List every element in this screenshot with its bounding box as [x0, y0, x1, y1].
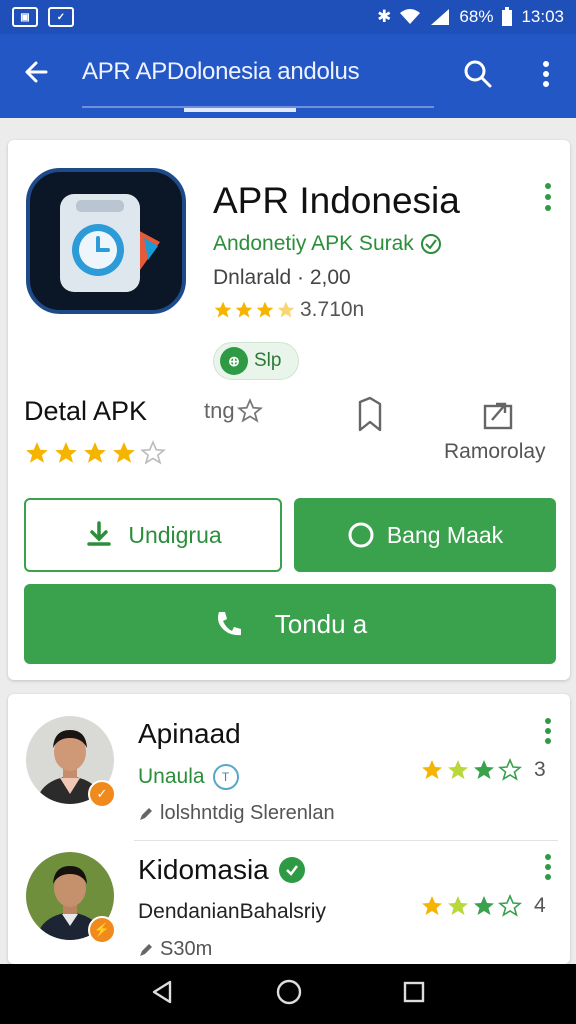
replay-label: Ramorolay — [444, 440, 546, 463]
list-item-overflow-button[interactable] — [538, 716, 558, 746]
list-item-count: 3 — [534, 758, 546, 781]
verified-icon — [420, 234, 441, 254]
message-icon: ✓ — [48, 7, 74, 27]
more-vert-icon — [545, 183, 551, 211]
list-item[interactable]: ✓ Apinaad Unaula T lolshntdig Slerenlan … — [8, 708, 570, 838]
star-rating — [213, 300, 296, 320]
rating-text: 3.710n — [300, 298, 365, 321]
more-vert-icon — [545, 718, 551, 744]
list-item-count: 4 — [534, 894, 546, 917]
tag-chip[interactable]: ⊕ Slp — [213, 342, 299, 380]
search-icon — [464, 60, 492, 88]
detail-label: Detal APK — [24, 396, 148, 426]
app-icon — [26, 168, 186, 314]
share-icon — [483, 402, 513, 430]
rating-row: 3.710n — [213, 298, 364, 322]
primary-install-button[interactable]: Tondu a — [24, 584, 556, 664]
info-badge-icon: T — [212, 764, 239, 790]
photo-icon: ▣ — [12, 7, 38, 27]
list-item-stars: 4 — [420, 894, 546, 918]
nav-home-button[interactable] — [275, 978, 303, 1011]
list-item-meta: lolshntdig Slerenlan — [138, 802, 335, 825]
download-icon — [87, 521, 112, 546]
battery-icon — [502, 7, 513, 26]
signal-icon — [431, 9, 450, 25]
nav-back-button[interactable] — [150, 979, 176, 1010]
search-button[interactable] — [456, 52, 500, 96]
card-overflow-button[interactable] — [538, 180, 558, 214]
app-name: APR Indonesia — [213, 180, 460, 221]
phone-icon — [217, 612, 241, 636]
bluetooth-icon: ✱ — [377, 7, 392, 26]
badge-icon: ⚡ — [88, 916, 116, 944]
share-button[interactable] — [478, 394, 518, 434]
clock: 13:03 — [521, 7, 564, 26]
square-recents-icon — [404, 981, 425, 1002]
list-item-stars: 3 — [420, 758, 546, 782]
overflow-menu-button[interactable] — [528, 52, 564, 96]
reviewer-list-card: ✓ Apinaad Unaula T lolshntdig Slerenlan … — [8, 694, 570, 964]
chip-icon: ⊕ — [220, 347, 248, 375]
circle-home-icon — [276, 979, 302, 1004]
more-vert-icon — [545, 854, 551, 880]
nav-recents-button[interactable] — [402, 980, 426, 1009]
list-item-name: Kidomasia — [138, 854, 305, 886]
rate-button[interactable]: tng — [204, 398, 263, 424]
outline-button-label: Undigrua — [128, 521, 222, 548]
page-title: APR APDolonesia andolus — [82, 58, 360, 85]
green-action-button[interactable]: Bang Maak — [294, 498, 556, 572]
star-outline-icon — [236, 398, 263, 423]
rate-label: tng — [204, 398, 235, 423]
back-button[interactable] — [16, 52, 56, 92]
bookmark-button[interactable] — [350, 394, 390, 434]
detail-star-rating — [24, 440, 166, 466]
list-item[interactable]: ⚡ Kidomasia DendanianBahalsriy S30m 4 — [8, 844, 570, 974]
bookmark-icon — [358, 396, 382, 432]
outline-action-button[interactable]: Undigrua — [24, 498, 282, 572]
app-detail-card: APR Indonesia Andonetiy APK Surak Dnlara… — [8, 140, 570, 680]
pencil-icon — [140, 943, 152, 956]
list-item-subtitle: Unaula T — [138, 764, 239, 790]
list-item-meta: S30m — [138, 938, 212, 961]
arrow-left-icon — [25, 61, 48, 83]
badge-icon: ✓ — [88, 780, 116, 808]
pencil-icon — [140, 807, 152, 820]
chip-label: Slp — [254, 350, 282, 371]
divider — [134, 840, 558, 841]
tab-indicator — [184, 108, 296, 112]
downloads-text: Dnlarald · 2,00 — [213, 266, 351, 289]
green-button-label: Bang Maak — [386, 521, 504, 548]
developer-link[interactable]: Andonetiy APK Surak — [213, 232, 442, 256]
app-bar: APR APDolonesia andolus — [0, 34, 576, 118]
status-bar: ▣ ✓ ✱ 68% 13:03 — [0, 0, 576, 34]
wifi-icon — [400, 9, 421, 24]
triangle-back-icon — [152, 980, 171, 1003]
system-nav-bar — [0, 964, 576, 1024]
list-item-subtitle: DendanianBahalsriy — [138, 900, 326, 923]
verified-icon — [278, 857, 305, 883]
primary-button-label: Tondu a — [274, 608, 368, 639]
more-vert-icon — [543, 61, 549, 87]
list-item-name: Apinaad — [138, 718, 241, 749]
developer-name: Andonetiy APK Surak — [213, 232, 414, 255]
battery-text: 68% — [459, 7, 494, 26]
circle-icon — [348, 522, 374, 548]
list-item-overflow-button[interactable] — [538, 852, 558, 882]
